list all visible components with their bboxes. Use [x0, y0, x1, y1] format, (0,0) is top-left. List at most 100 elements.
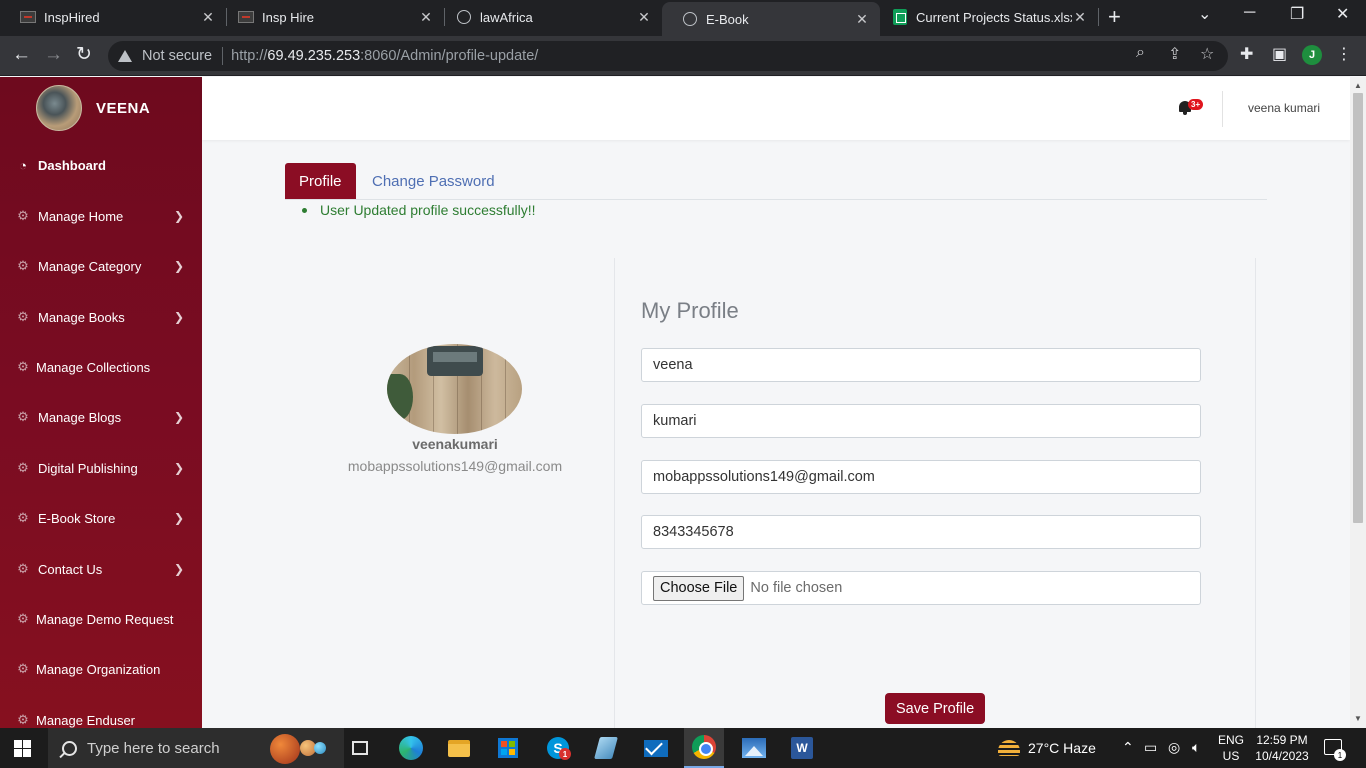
- network-icon[interactable]: ▭: [1144, 739, 1157, 756]
- sidebar-item-label: Manage Demo Request: [36, 611, 174, 627]
- sidebar-item-label: Manage Blogs: [38, 409, 122, 425]
- forward-arrow-icon[interactable]: →: [44, 44, 63, 66]
- profile-username: veenakumari: [412, 436, 498, 452]
- search-placeholder: Type here to search: [87, 739, 220, 757]
- windows-start-icon[interactable]: [14, 740, 31, 757]
- chevron-up-icon[interactable]: ⌃: [1122, 739, 1134, 756]
- weather-widget[interactable]: 27°C Haze: [998, 728, 1096, 768]
- profile-form: My Profile veena kumari mobappssolutions…: [614, 258, 1256, 728]
- browser-tab-lawafrica[interactable]: lawAfrica ✕: [436, 0, 662, 34]
- close-tab-icon[interactable]: ✕: [636, 9, 652, 26]
- minimize-icon[interactable]: ─: [1244, 4, 1255, 22]
- sidebar-item-manage-demo-request[interactable]: ⚙ Manage Demo Request: [0, 601, 202, 637]
- zoom-icon[interactable]: ⌕: [1136, 44, 1145, 62]
- address-bar[interactable]: Not secure http://69.49.235.253:8060/Adm…: [108, 41, 1228, 71]
- language-indicator[interactable]: ENG US: [1218, 732, 1244, 764]
- reload-icon[interactable]: ↻: [76, 44, 92, 66]
- browser-toolbar: ← → ↻ Not secure http://69.49.235.253:80…: [0, 36, 1366, 76]
- sidebar: VEENA ◔ Dashboard ⚙ Manage Home ❯ ⚙ Mana…: [0, 77, 202, 728]
- scroll-up-icon[interactable]: ▲: [1354, 81, 1362, 90]
- lang-line2: US: [1222, 749, 1240, 763]
- search-highlight-planets-icon[interactable]: [264, 732, 334, 764]
- extensions-puzzle-icon[interactable]: ✚: [1240, 44, 1253, 64]
- user-menu[interactable]: veena kumari: [1248, 101, 1320, 115]
- sheets-favicon-icon: [892, 9, 908, 25]
- sidebar-brand[interactable]: VEENA: [36, 85, 150, 131]
- file-status: No file chosen: [750, 580, 843, 596]
- profile-email: mobappssolutions149@gmail.com: [347, 458, 563, 474]
- camera-icon[interactable]: ◎: [1168, 739, 1180, 756]
- brand-avatar: [36, 85, 82, 131]
- browser-tab-insphired[interactable]: InspHired ✕: [0, 0, 226, 34]
- tab-profile[interactable]: Profile: [285, 163, 356, 199]
- profile-tabs: Profile Change Password: [285, 163, 1267, 200]
- first-name-field[interactable]: veena: [641, 348, 1201, 382]
- lang-line1: ENG: [1218, 733, 1245, 747]
- sidebar-item-label: Manage Organization: [36, 661, 161, 677]
- sidebar-item-manage-category[interactable]: ⚙ Manage Category ❯: [0, 248, 202, 284]
- browser-tab-strip: InspHired ✕ Insp Hire ✕ lawAfrica ✕ E-Bo…: [0, 0, 1366, 36]
- avatar-file-input: Choose File No file chosen: [641, 571, 1201, 605]
- sidebar-item-contact-us[interactable]: ⚙ Contact Us ❯: [0, 551, 202, 587]
- close-tab-icon[interactable]: ✕: [1072, 9, 1088, 26]
- choose-file-button[interactable]: Choose File: [653, 575, 745, 601]
- close-tab-icon[interactable]: ✕: [854, 11, 870, 28]
- phone-field[interactable]: 8343345678: [641, 515, 1201, 549]
- sidebar-item-manage-organization[interactable]: ⚙ Manage Organization: [0, 651, 202, 687]
- sidebar-item-manage-books[interactable]: ⚙ Manage Books ❯: [0, 299, 202, 335]
- tab-search-chevron-icon[interactable]: ⌄: [1198, 4, 1211, 24]
- bookmark-star-icon[interactable]: ☆: [1200, 44, 1214, 64]
- photos-icon[interactable]: [734, 734, 774, 762]
- last-name-field[interactable]: kumari: [641, 404, 1201, 438]
- side-panel-icon[interactable]: ▣: [1272, 44, 1287, 64]
- clock[interactable]: 12:59 PM 10/4/2023: [1252, 732, 1312, 764]
- sidebar-item-manage-collections[interactable]: ⚙ Manage Collections: [0, 349, 202, 385]
- browser-tab-title: E-Book: [706, 11, 749, 27]
- microsoft-store-icon[interactable]: [488, 734, 528, 762]
- share-icon[interactable]: ⇪: [1168, 44, 1181, 64]
- task-view-icon[interactable]: [340, 734, 380, 762]
- scroll-thumb[interactable]: [1353, 93, 1363, 523]
- profile-photo: [387, 344, 522, 434]
- mail-icon[interactable]: [636, 734, 676, 762]
- top-header: 3+ veena kumari: [202, 77, 1350, 140]
- edge-icon[interactable]: [391, 734, 431, 762]
- tab-change-password[interactable]: Change Password: [358, 163, 509, 199]
- gear-icon: ⚙: [17, 309, 29, 324]
- email-field[interactable]: mobappssolutions149@gmail.com: [641, 460, 1201, 494]
- close-tab-icon[interactable]: ✕: [418, 9, 434, 26]
- chrome-icon[interactable]: [684, 728, 724, 768]
- close-window-icon[interactable]: ✕: [1336, 4, 1349, 24]
- gear-icon: ⚙: [17, 359, 29, 374]
- restore-icon[interactable]: ❐: [1290, 4, 1304, 24]
- word-icon[interactable]: W: [782, 734, 822, 762]
- new-tab-plus-icon[interactable]: +: [1108, 6, 1121, 28]
- sidebar-item-manage-home[interactable]: ⚙ Manage Home ❯: [0, 198, 202, 234]
- browser-profile-avatar[interactable]: J: [1302, 45, 1322, 65]
- chevron-right-icon: ❯: [173, 259, 184, 273]
- sidebar-item-label: Manage Category: [38, 258, 142, 274]
- sidebar-item-ebook-store[interactable]: ⚙ E-Book Store ❯: [0, 500, 202, 536]
- globe-favicon-icon: [682, 11, 698, 27]
- sidebar-item-label: Dashboard: [38, 157, 106, 173]
- browser-tab-insp-hire[interactable]: Insp Hire ✕: [218, 0, 444, 34]
- weather-text: 27°C Haze: [1028, 740, 1096, 756]
- scroll-down-icon[interactable]: ▼: [1354, 714, 1362, 723]
- browser-tab-ebook[interactable]: E-Book ✕: [662, 2, 880, 36]
- browser-tab-projects-xlsx[interactable]: Current Projects Status.xlsx ✕: [872, 0, 1098, 34]
- sidebar-item-manage-blogs[interactable]: ⚙ Manage Blogs ❯: [0, 399, 202, 435]
- skype-icon[interactable]: S1: [538, 734, 578, 762]
- sidebar-item-manage-enduser[interactable]: ⚙ Manage Enduser: [0, 702, 202, 728]
- menu-kebab-icon[interactable]: ⋮: [1336, 44, 1352, 64]
- page-scrollbar[interactable]: ▲ ▼: [1350, 77, 1366, 728]
- gear-icon: ⚙: [17, 409, 29, 424]
- volume-icon[interactable]: 🔈︎: [1192, 739, 1200, 756]
- save-profile-button[interactable]: Save Profile: [885, 693, 986, 724]
- chevron-right-icon: ❯: [173, 410, 184, 424]
- sidebar-item-dashboard[interactable]: ◔ Dashboard: [0, 147, 202, 183]
- file-explorer-icon[interactable]: [439, 734, 479, 762]
- close-tab-icon[interactable]: ✕: [200, 9, 216, 26]
- notepad-icon[interactable]: [586, 734, 626, 762]
- back-arrow-icon[interactable]: ←: [12, 44, 31, 66]
- sidebar-item-digital-publishing[interactable]: ⚙ Digital Publishing ❯: [0, 450, 202, 486]
